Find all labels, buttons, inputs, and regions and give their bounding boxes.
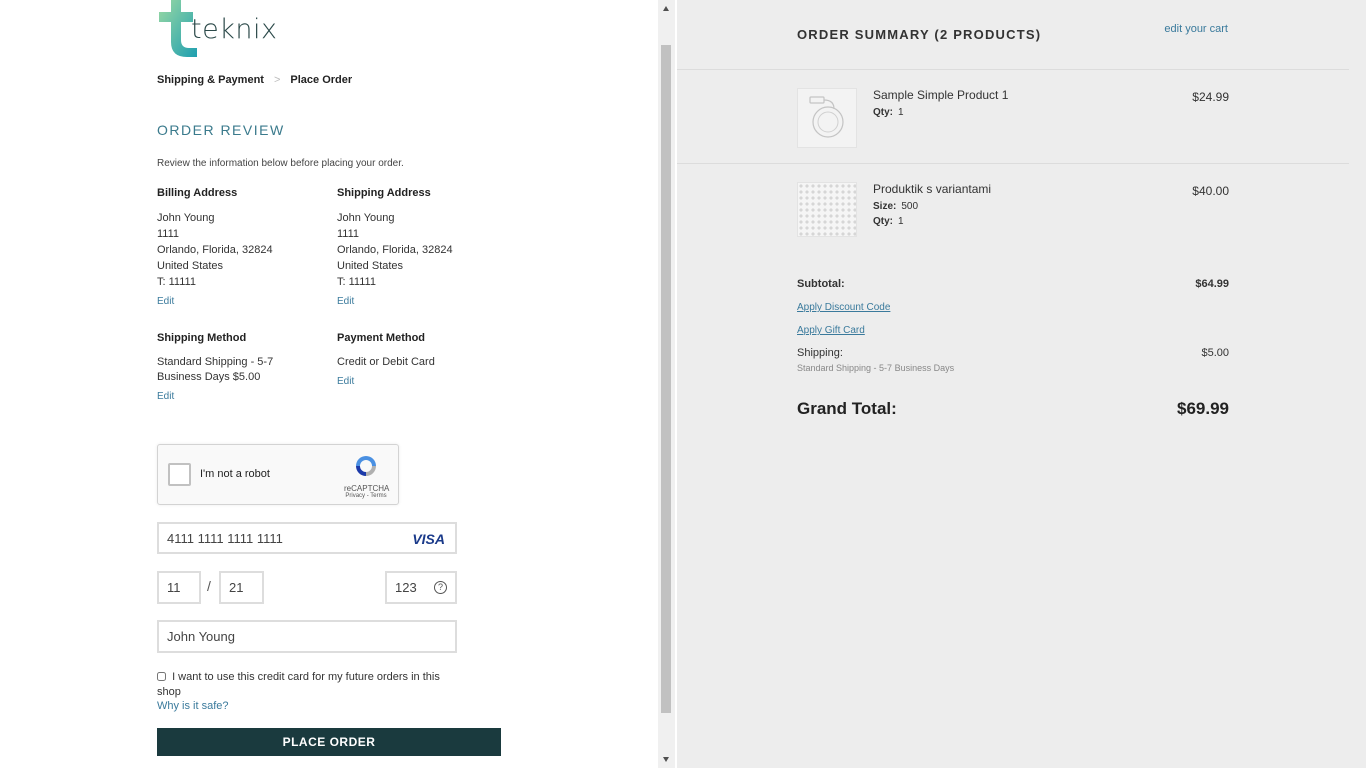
billing-address-heading: Billing Address	[157, 187, 238, 199]
recaptcha-checkbox[interactable]	[168, 463, 191, 486]
product-thumbnail	[797, 182, 857, 237]
expiry-year-input[interactable]: 21	[219, 571, 264, 604]
summary-divider	[677, 163, 1349, 164]
cvv-input[interactable]: 123 ?	[385, 571, 457, 604]
place-order-button[interactable]: PLACE ORDER	[157, 728, 501, 756]
breadcrumb: Shipping & Payment > Place Order	[157, 74, 352, 86]
billing-street: 1111	[157, 228, 180, 240]
product-price: $40.00	[1192, 184, 1229, 198]
shipping-label: Shipping:	[797, 347, 843, 359]
product-qty: Qty: 1	[873, 107, 904, 118]
shipping-method-heading: Shipping Method	[157, 332, 247, 344]
apply-discount-link[interactable]: Apply Discount Code	[797, 302, 890, 313]
breadcrumb-place-order: Place Order	[290, 74, 353, 86]
billing-address-block: Billing Address John Young 1111 Orlando,…	[157, 185, 327, 310]
shipping-address-heading: Shipping Address	[337, 187, 431, 199]
breadcrumb-separator-icon: >	[273, 74, 281, 86]
cardholder-name-value: John Young	[167, 629, 235, 644]
visa-icon: VISA	[412, 531, 445, 547]
shipping-street: 1111	[337, 228, 360, 240]
product-name: Sample Simple Product 1	[873, 88, 1009, 102]
logo-wordmark: teknix	[191, 14, 278, 45]
shipping-value: $5.00	[1201, 347, 1229, 359]
summary-divider	[677, 69, 1349, 70]
shipping-city: Orlando, Florida, 32824	[337, 244, 453, 256]
size-label: Size:	[873, 201, 897, 212]
payment-method-value: Credit or Debit Card	[337, 356, 435, 368]
edit-shipping-method-link[interactable]: Edit	[157, 389, 174, 404]
cardholder-name-input[interactable]: John Young	[157, 620, 457, 653]
qty-label: Qty:	[873, 107, 893, 118]
recaptcha-icon	[356, 456, 376, 476]
scroll-up-arrow-icon[interactable]	[663, 6, 669, 11]
save-card-option: I want to use this credit card for my fu…	[157, 670, 457, 700]
subtotal-label: Subtotal:	[797, 278, 845, 290]
edit-payment-method-link[interactable]: Edit	[337, 374, 354, 389]
apply-gift-card-link[interactable]: Apply Gift Card	[797, 325, 865, 336]
shipping-row: Shipping: $5.00	[797, 347, 1229, 359]
recaptcha-label: I'm not a robot	[200, 468, 270, 480]
payment-method-heading: Payment Method	[337, 332, 426, 344]
product-size: Size: 500	[873, 201, 918, 212]
edit-shipping-address-link[interactable]: Edit	[337, 294, 354, 310]
teknix-logo[interactable]: teknix	[157, 0, 277, 60]
scrollbar-thumb[interactable]	[661, 45, 671, 713]
cable-product-icon	[809, 96, 844, 138]
shipping-address-block: Shipping Address John Young 1111 Orlando…	[337, 185, 507, 310]
order-summary-title: ORDER SUMMARY (2 PRODUCTS)	[797, 27, 1042, 42]
scroll-down-arrow-icon[interactable]	[663, 757, 669, 762]
save-card-checkbox[interactable]	[157, 672, 166, 681]
grand-total-row: Grand Total: $69.99	[797, 399, 1229, 419]
shipping-name: John Young	[337, 212, 395, 224]
review-description: Review the information below before plac…	[157, 158, 404, 169]
expiry-month-value: 11	[167, 580, 181, 595]
grand-total-label: Grand Total:	[797, 399, 897, 418]
billing-phone: T: 11111	[157, 276, 196, 288]
product-name: Produktik s variantami	[873, 182, 992, 196]
qty-value: 1	[898, 216, 904, 227]
edit-cart-link[interactable]: edit your cart	[1164, 23, 1228, 35]
expiry-separator: /	[207, 578, 211, 594]
shipping-method-value: Standard Shipping - 5-7 Business Days $5…	[157, 356, 274, 383]
product-thumbnail	[797, 88, 857, 148]
why-safe-link[interactable]: Why is it safe?	[157, 700, 229, 712]
shipping-phone: T: 11111	[337, 276, 376, 288]
expiry-year-value: 21	[229, 580, 244, 595]
grand-total-value: $69.99	[1177, 399, 1229, 418]
shipping-description: Standard Shipping - 5-7 Business Days	[797, 363, 955, 373]
qty-value: 1	[898, 107, 904, 118]
size-value: 500	[901, 201, 919, 212]
subtotal-row: Subtotal: $64.99	[797, 278, 1229, 290]
recaptcha-terms-link[interactable]: Privacy - Terms	[344, 493, 388, 499]
page-title: ORDER REVIEW	[157, 122, 285, 138]
card-number-input[interactable]: 4111 1111 1111 1111 VISA	[157, 522, 457, 554]
qty-label: Qty:	[873, 216, 893, 227]
save-card-label: I want to use this credit card for my fu…	[157, 671, 440, 698]
order-summary-panel: ORDER SUMMARY (2 PRODUCTS) edit your car…	[677, 0, 1366, 768]
card-number-value: 4111 1111 1111 1111	[167, 530, 283, 546]
product-price: $24.99	[1192, 90, 1229, 104]
billing-city: Orlando, Florida, 32824	[157, 244, 273, 256]
shipping-country: United States	[337, 260, 404, 272]
recaptcha-logo: reCAPTCHA Privacy - Terms	[344, 453, 390, 499]
billing-country: United States	[157, 260, 224, 272]
recaptcha-brand: reCAPTCHA	[344, 484, 390, 493]
edit-billing-link[interactable]: Edit	[157, 294, 174, 310]
cvv-help-icon[interactable]: ?	[434, 581, 447, 594]
checkout-left-panel: teknix Shipping & Payment > Place Order …	[0, 0, 658, 768]
recaptcha-widget: I'm not a robot reCAPTCHA Privacy - Term…	[157, 444, 399, 505]
shipping-method-block: Shipping Method Standard Shipping - 5-7 …	[157, 331, 292, 404]
billing-name: John Young	[157, 212, 215, 224]
breadcrumb-shipping-payment[interactable]: Shipping & Payment	[157, 74, 264, 86]
expiry-month-input[interactable]: 11	[157, 571, 201, 604]
payment-method-block: Payment Method Credit or Debit Card Edit	[337, 331, 507, 389]
page-scrollbar[interactable]	[658, 0, 675, 768]
product-qty: Qty: 1	[873, 216, 904, 227]
cvv-value: 123	[395, 580, 417, 595]
subtotal-value: $64.99	[1195, 278, 1229, 290]
